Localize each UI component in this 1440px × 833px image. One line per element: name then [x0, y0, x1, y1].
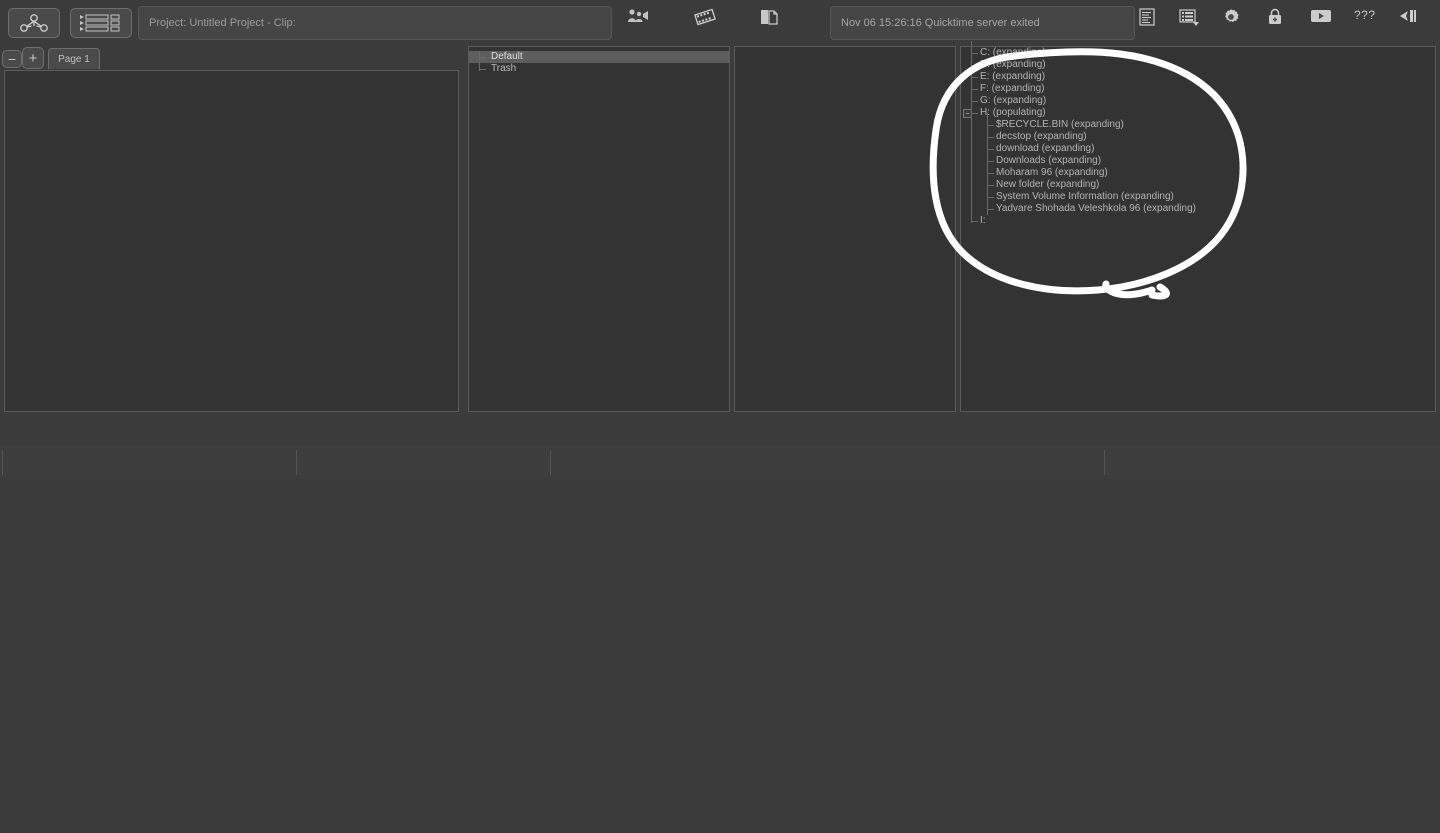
- tree-row[interactable]: System Volume Information (expanding): [996, 191, 1174, 203]
- project-title-field[interactable]: Project: Untitled Project - Clip:: [138, 6, 612, 40]
- tree-row[interactable]: $RECYCLE.BIN (expanding): [996, 119, 1124, 131]
- tree-row[interactable]: I:: [980, 215, 986, 227]
- tree-tick: [971, 89, 978, 90]
- main-viewport[interactable]: [4, 70, 459, 412]
- remove-page-button[interactable]: −: [2, 50, 22, 68]
- tree-row[interactable]: Moharam 96 (expanding): [996, 167, 1108, 179]
- tree-row[interactable]: D: (expanding): [980, 59, 1046, 71]
- tree-line: [987, 113, 988, 215]
- tree-row[interactable]: Downloads (expanding): [996, 155, 1101, 167]
- tree-row[interactable]: download (expanding): [996, 143, 1094, 155]
- tab-page-1[interactable]: Page 1: [48, 48, 100, 69]
- shot-list: Default Trash: [469, 47, 729, 75]
- timeline-bar[interactable]: 1 c 1: [0, 481, 1440, 526]
- tree-tick: [987, 137, 994, 138]
- list-item[interactable]: Trash: [469, 63, 729, 75]
- transport-bar: 100% + − ⊳◆⊴ 1 2 3 4: [0, 446, 1440, 479]
- list-rows-icon[interactable]: [70, 8, 132, 38]
- tree-row[interactable]: G: (expanding): [980, 95, 1046, 107]
- tree-tick: [971, 101, 978, 102]
- secondary-viewport[interactable]: [734, 46, 956, 412]
- tree-row[interactable]: H: (populating): [980, 107, 1046, 119]
- file-copy-icon[interactable]: [759, 8, 814, 38]
- file-browser-tree-panel[interactable]: C: (expanding) D: (expanding) E: (expandin…: [960, 41, 1436, 412]
- tree-tick: [479, 69, 486, 70]
- export-icon[interactable]: [1398, 8, 1438, 38]
- panel-tools-row: Curve Editor: [0, 414, 1440, 833]
- tree-tick: [479, 57, 486, 58]
- play-icon[interactable]: [1310, 8, 1350, 38]
- shot-list-panel[interactable]: Default Trash: [468, 46, 730, 412]
- tree-line: [971, 41, 972, 223]
- tree-tick: [971, 77, 978, 78]
- gear-icon[interactable]: [1222, 8, 1262, 38]
- tree-tick: [987, 197, 994, 198]
- help-icon[interactable]: ???: [1354, 8, 1394, 38]
- tree-row[interactable]: Yadvare Shohada Veleshkola 96 (expanding…: [996, 203, 1196, 215]
- film-strip-icon[interactable]: [693, 8, 748, 38]
- list-dropdown-icon[interactable]: [1178, 8, 1218, 38]
- tree-tick: [987, 173, 994, 174]
- tree-tick: [987, 125, 994, 126]
- text-lines-icon[interactable]: [1138, 8, 1178, 38]
- lower-panel: PRJ CreateParametersNotesMaskEnhanceHelp…: [0, 527, 1440, 833]
- list-item[interactable]: Default: [469, 51, 729, 63]
- node-creation-grid: Image InputAuto TrackUser TrackCamera So…: [0, 527, 1440, 569]
- tree-tick: [971, 53, 978, 54]
- tree-tick: [987, 185, 994, 186]
- camera-people-icon[interactable]: [627, 8, 682, 38]
- tree-tick: [987, 209, 994, 210]
- tree-tick: [971, 113, 978, 114]
- tree-tick: [971, 65, 978, 66]
- status-message-field: Nov 06 15:26:16 Quicktime server exited: [830, 6, 1135, 40]
- tree-row[interactable]: New folder (expanding): [996, 179, 1099, 191]
- application-window: Project: Untitled Project - Clip: Nov 06…: [0, 0, 1440, 833]
- tree-row[interactable]: E: (expanding): [980, 71, 1045, 83]
- page-tab-strip: − + Page 1: [0, 46, 460, 71]
- tree-line: [479, 51, 480, 71]
- node-graph-icon[interactable]: [8, 8, 60, 38]
- file-tree: C: (expanding) D: (expanding) E: (expandin…: [961, 41, 1435, 226]
- tree-row[interactable]: F: (expanding): [980, 83, 1044, 95]
- top-toolbar: Project: Untitled Project - Clip: Nov 06…: [0, 0, 1440, 45]
- tree-tick: [987, 149, 994, 150]
- tree-tick: [971, 221, 978, 222]
- tree-tick: [987, 161, 994, 162]
- add-page-button[interactable]: +: [22, 47, 44, 69]
- tree-row[interactable]: C: (expanding): [980, 47, 1046, 59]
- lock-add-icon[interactable]: [1266, 8, 1306, 38]
- tree-row[interactable]: decstop (expanding): [996, 131, 1087, 143]
